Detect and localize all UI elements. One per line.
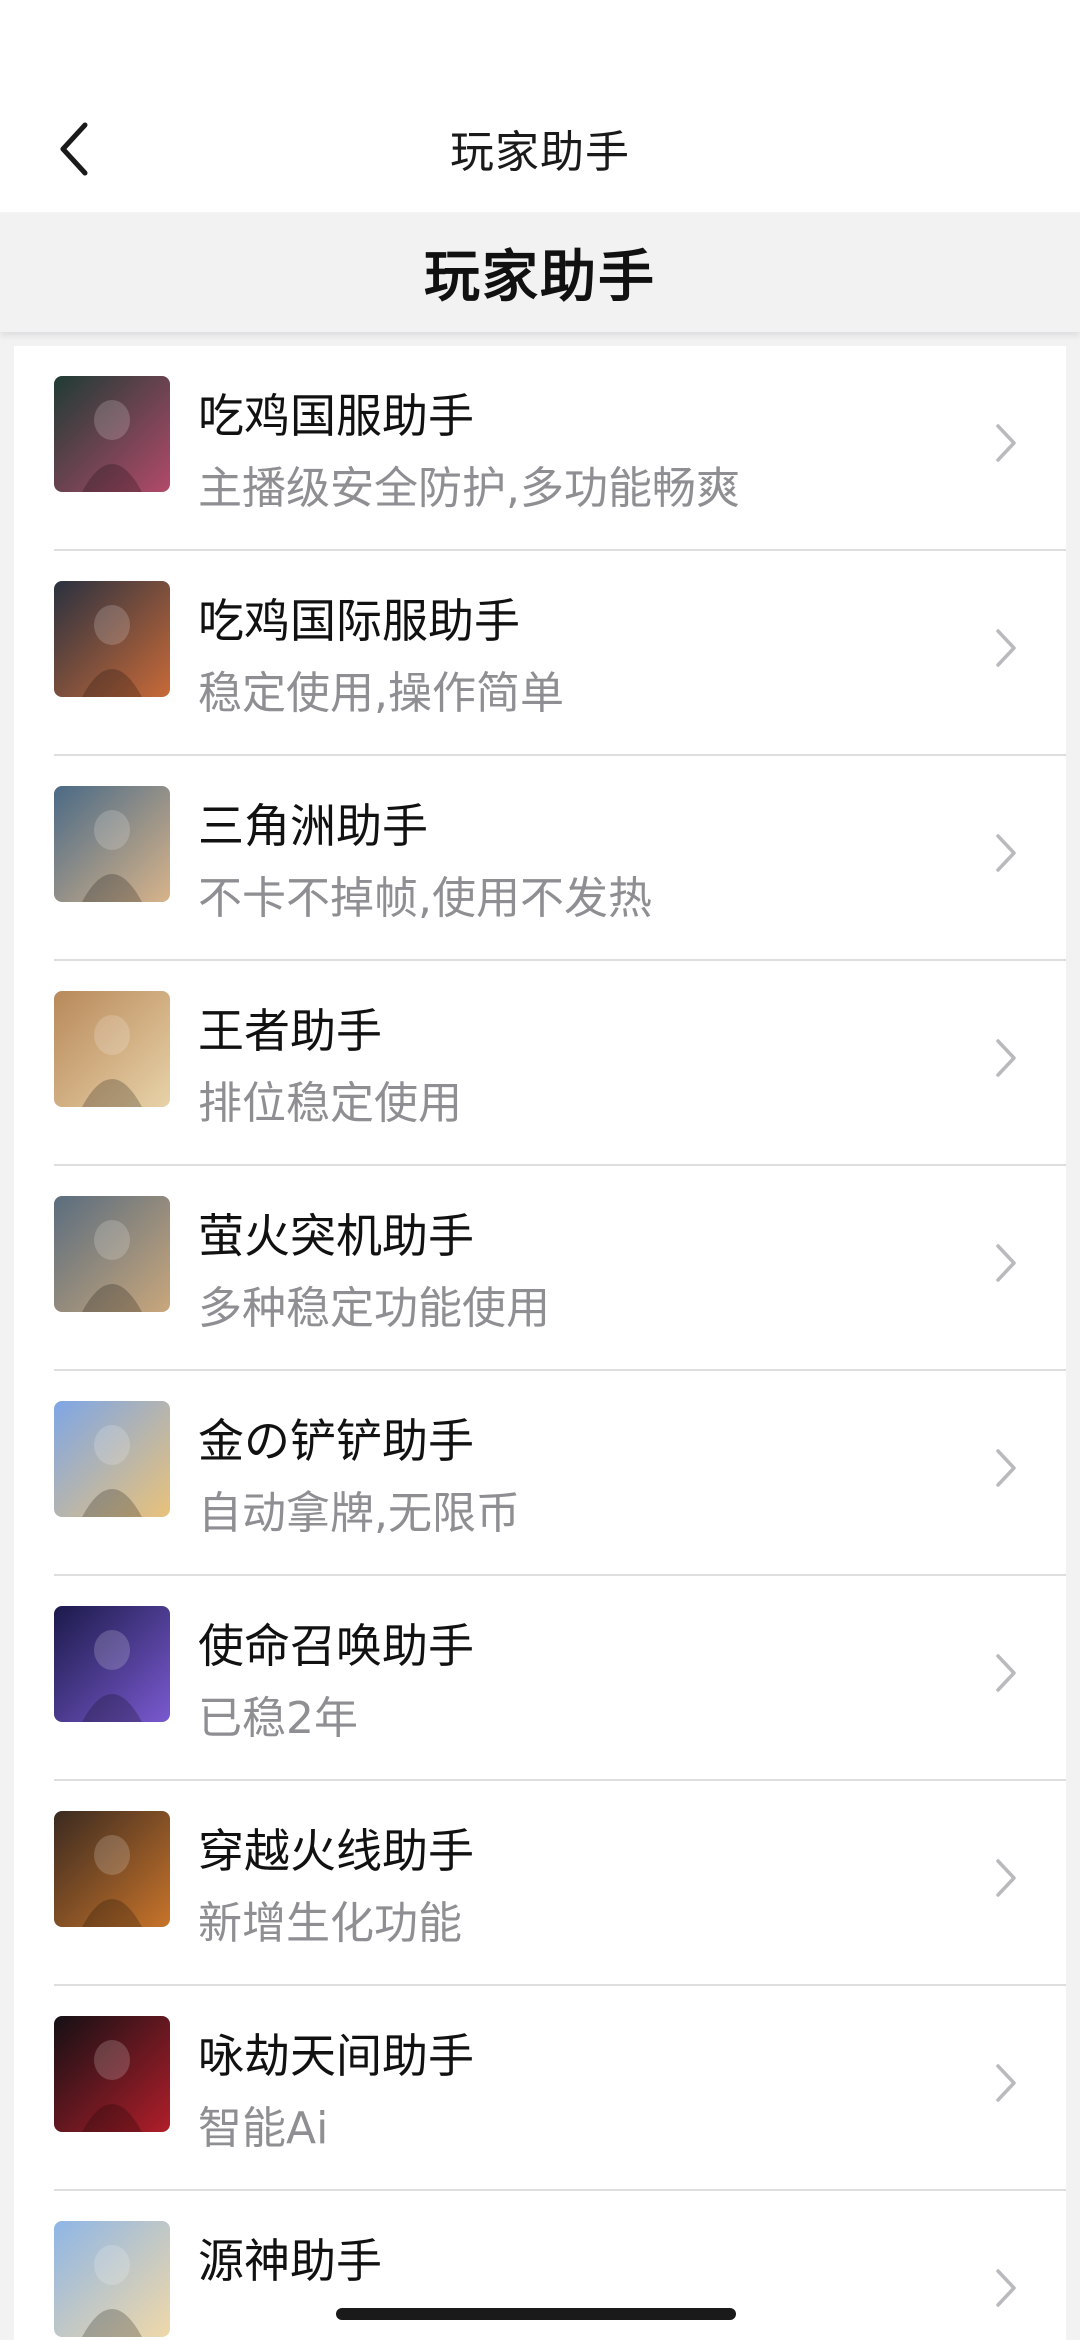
game-thumbnail — [54, 786, 170, 902]
nav-title: 玩家助手 — [450, 127, 630, 178]
list-item[interactable]: 金の铲铲助手 自动拿牌,无限币 — [14, 1371, 1066, 1576]
page-title: 玩家助手 — [424, 244, 656, 310]
item-title: 源神助手 — [198, 2234, 382, 2288]
game-thumbnail — [54, 376, 170, 492]
item-title: 三角洲助手 — [198, 799, 428, 853]
item-title: 金の铲铲助手 — [198, 1414, 474, 1468]
item-title: 穿越火线助手 — [198, 1824, 474, 1878]
list-item[interactable]: 使命召唤助手 已稳2年 — [14, 1576, 1066, 1781]
game-thumbnail — [54, 991, 170, 1107]
item-subtitle: 自动拿牌,无限币 — [198, 1488, 520, 1539]
chevron-right-icon — [994, 2267, 1018, 2309]
item-title: 咏劫天间助手 — [198, 2029, 474, 2083]
chevron-right-icon — [994, 2062, 1018, 2104]
nav-bar: 玩家助手 — [0, 84, 1080, 212]
list-item[interactable]: 吃鸡国际服助手 稳定使用,操作简单 — [14, 551, 1066, 756]
item-subtitle: 不卡不掉帧,使用不发热 — [198, 873, 652, 924]
game-thumbnail — [54, 2221, 170, 2337]
item-title: 吃鸡国际服助手 — [198, 594, 520, 648]
chevron-right-icon — [994, 1652, 1018, 1694]
chevron-right-icon — [994, 1447, 1018, 1489]
game-thumbnail — [54, 581, 170, 697]
item-subtitle: 新增生化功能 — [198, 1898, 462, 1949]
chevron-right-icon — [994, 1242, 1018, 1284]
item-subtitle: 排位稳定使用 — [198, 1078, 462, 1129]
status-bar — [0, 0, 1080, 84]
item-title: 使命召唤助手 — [198, 1619, 474, 1673]
item-subtitle: 智能Ai — [198, 2103, 329, 2154]
item-title: 王者助手 — [198, 1004, 382, 1058]
list-item[interactable]: 三角洲助手不卡不掉帧,使用不发热 — [14, 756, 1066, 961]
item-title: 吃鸡国服助手 — [198, 389, 474, 443]
list-item[interactable]: 穿越火线助手 新增生化功能 — [14, 1781, 1066, 1986]
game-thumbnail — [54, 1401, 170, 1517]
chevron-right-icon — [994, 422, 1018, 464]
chevron-right-icon — [994, 1857, 1018, 1899]
chevron-left-icon — [60, 122, 88, 176]
screen: 玩家助手 玩家助手 吃鸡国服助手 主播级安全防护,多功能畅爽 吃鸡国际服助手 稳定使用… — [0, 0, 1080, 2340]
item-subtitle: 多种稳定功能使用 — [198, 1283, 550, 1334]
item-subtitle: 已稳2年 — [198, 1693, 358, 1744]
chevron-right-icon — [994, 832, 1018, 874]
list-item[interactable]: 吃鸡国服助手主播级安全防护,多功能畅爽 — [14, 346, 1066, 551]
list-item[interactable]: 萤火突机助手多种稳定功能使用 — [14, 1166, 1066, 1371]
item-title: 萤火突机助手 — [198, 1209, 474, 1263]
assistant-list: 吃鸡国服助手 主播级安全防护,多功能畅爽 吃鸡国际服助手 稳定使用,操作简单 三角洲助手… — [14, 346, 1066, 2340]
home-indicator[interactable] — [336, 2308, 736, 2320]
page-header: 玩家助手 — [0, 212, 1080, 332]
chevron-right-icon — [994, 1037, 1018, 1079]
item-subtitle: 主播级安全防护,多功能畅爽 — [198, 463, 740, 514]
chevron-right-icon — [994, 627, 1018, 669]
item-subtitle: 稳定使用,操作简单 — [198, 668, 564, 719]
game-thumbnail — [54, 1811, 170, 1927]
game-thumbnail — [54, 2016, 170, 2132]
game-thumbnail — [54, 1196, 170, 1312]
list-item[interactable]: 王者助手排位稳定使用 — [14, 961, 1066, 1166]
list-item[interactable]: 咏劫天间助手 智能Ai — [14, 1986, 1066, 2191]
game-thumbnail — [54, 1606, 170, 1722]
back-button[interactable] — [30, 104, 120, 194]
